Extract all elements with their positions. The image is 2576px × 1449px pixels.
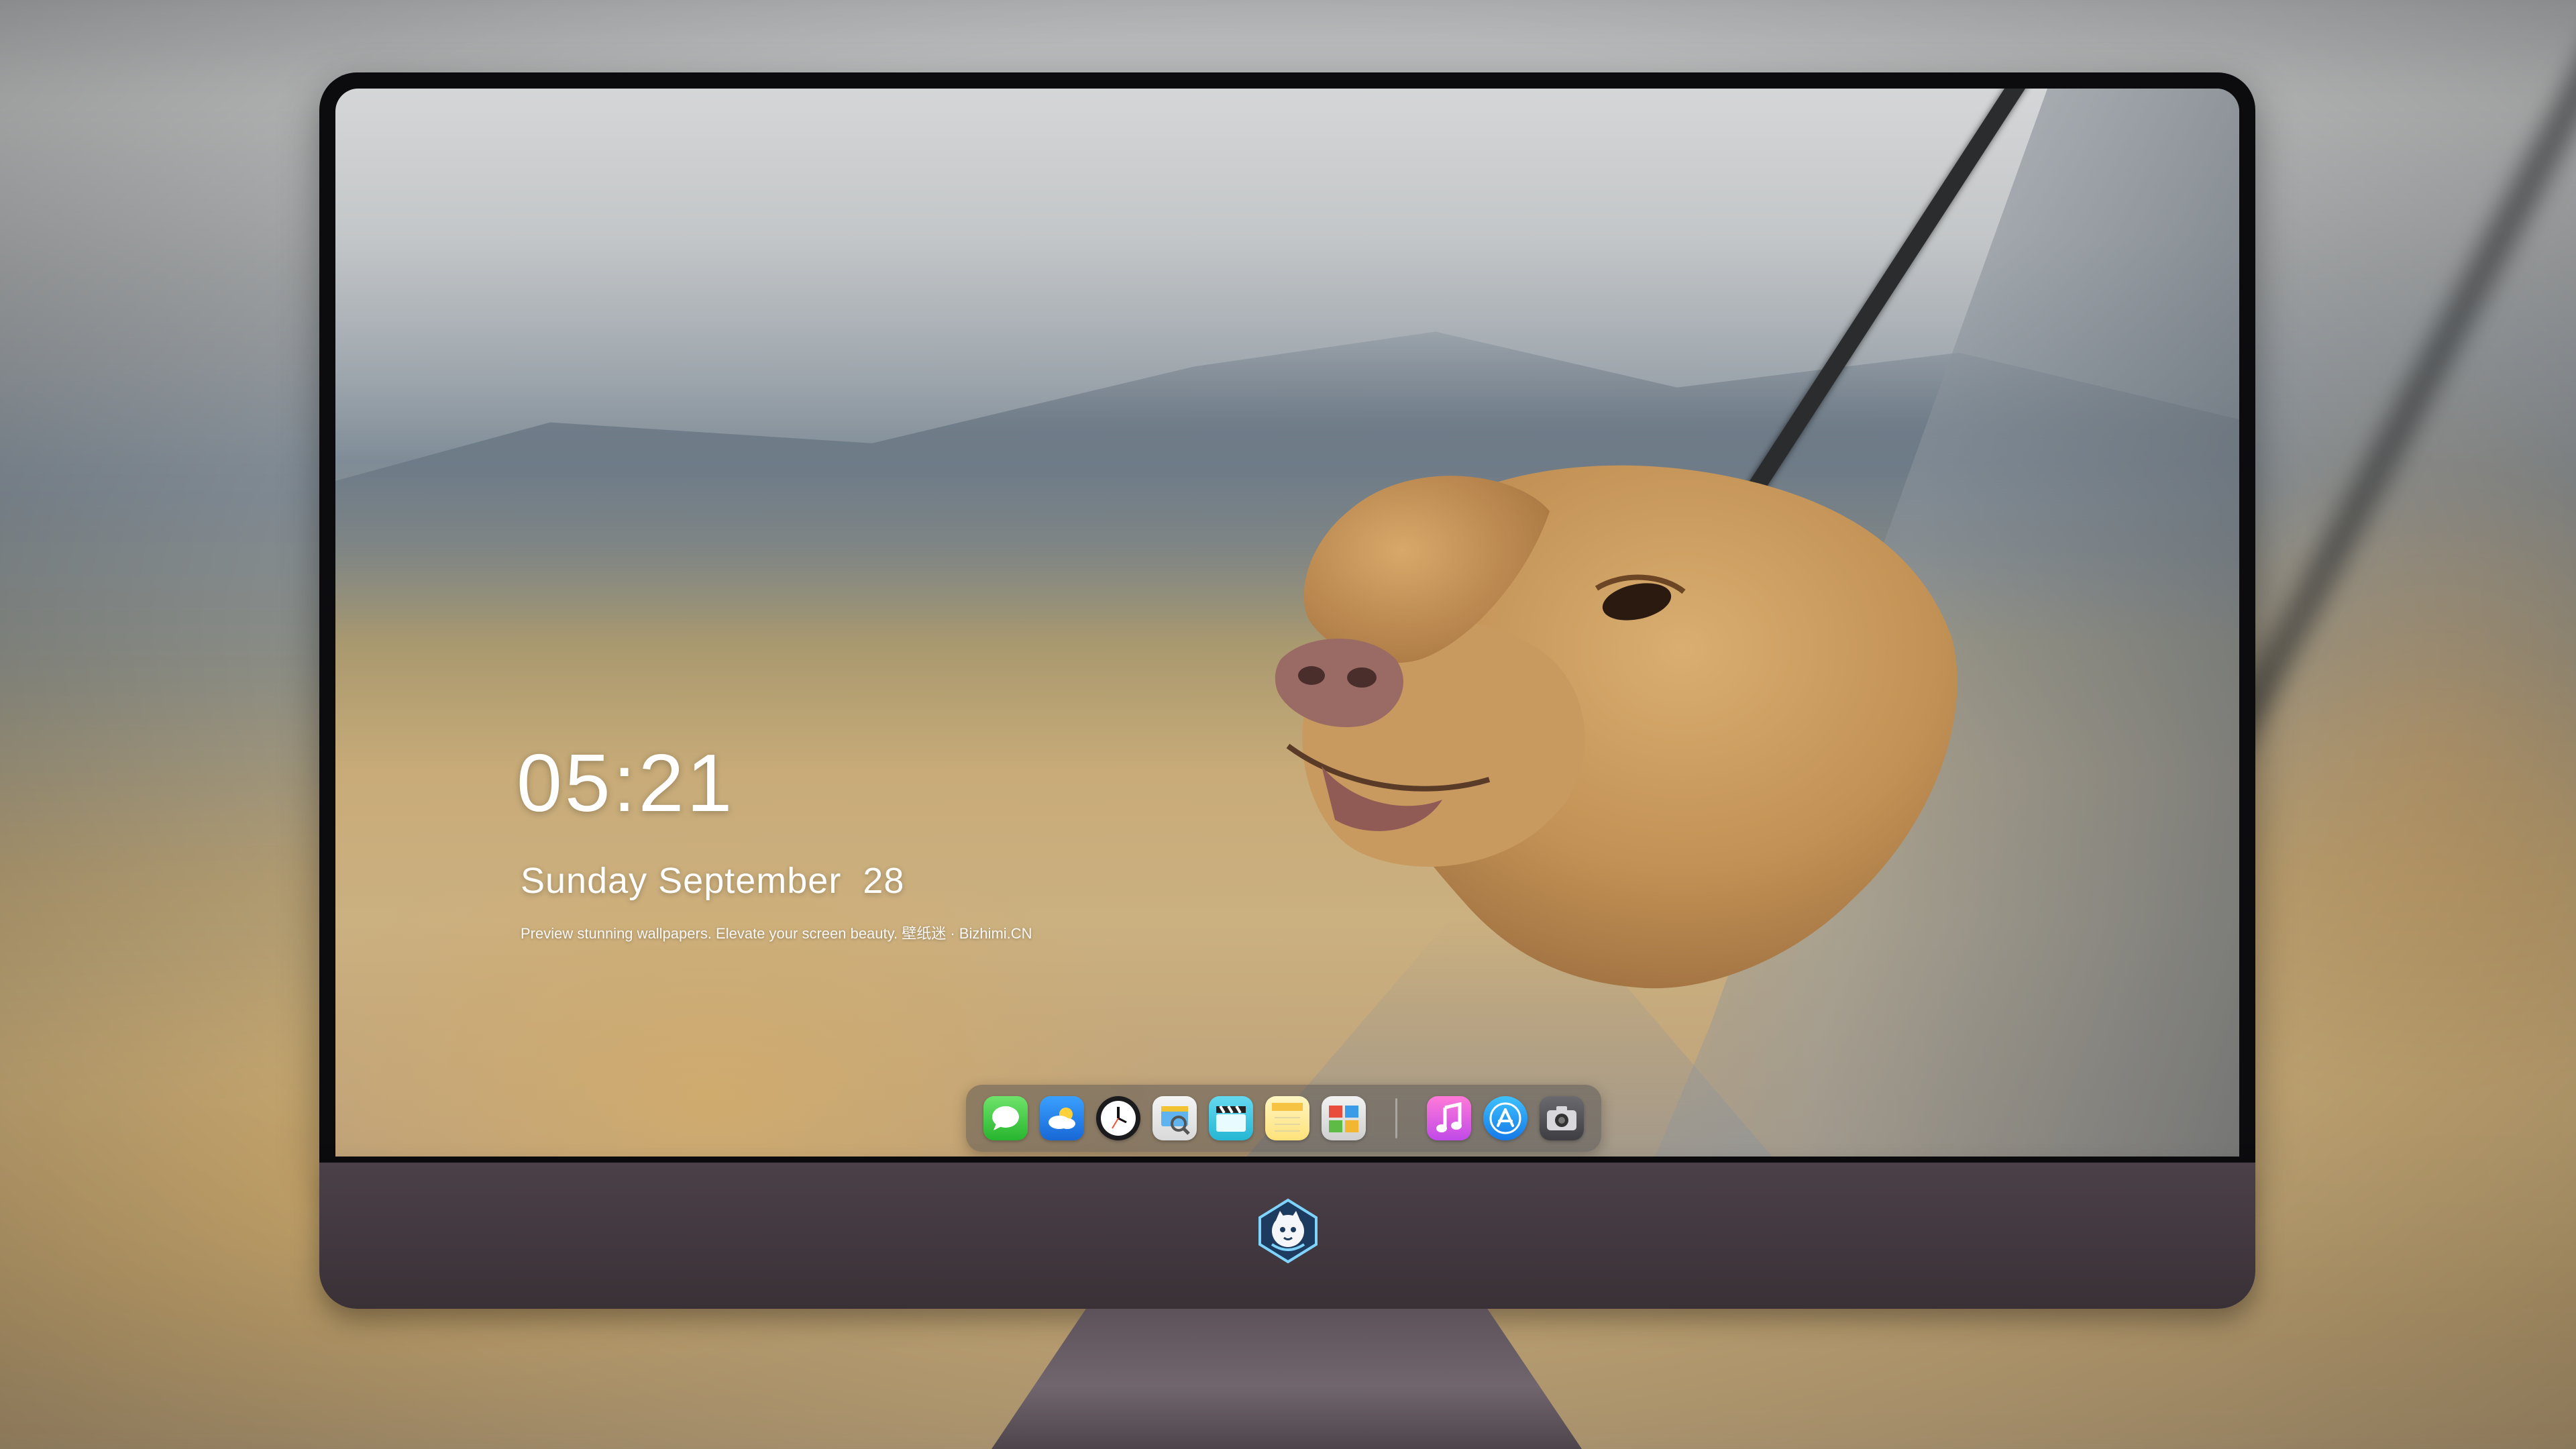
- lock-clock: 05:21: [517, 737, 735, 828]
- mascot-logo-icon: [1258, 1198, 1318, 1264]
- wallpaper-tagline: Preview stunning wallpapers. Elevate you…: [521, 925, 1032, 942]
- monitor-bezel: 05:21 Sunday September 28 Preview stunni…: [319, 72, 2255, 1163]
- clapperboard-icon[interactable]: [1209, 1096, 1253, 1140]
- monitor-stand: [991, 1309, 1582, 1449]
- photo-booth-icon[interactable]: [1322, 1096, 1366, 1140]
- notes-icon[interactable]: [1265, 1096, 1309, 1140]
- monitor-chin: [319, 1163, 2255, 1309]
- app-store-icon[interactable]: [1483, 1096, 1527, 1140]
- preview-icon[interactable]: [1152, 1096, 1197, 1140]
- weather-icon[interactable]: [1040, 1096, 1084, 1140]
- dock-divider: [1395, 1098, 1397, 1138]
- mockup-stage: 05:21 Sunday September 28 Preview stunni…: [0, 0, 2576, 1449]
- wallpaper-dog: [1275, 465, 1957, 989]
- dock: [966, 1085, 1601, 1152]
- clock-icon[interactable]: [1096, 1096, 1140, 1140]
- music-icon[interactable]: [1427, 1096, 1471, 1140]
- lock-screen[interactable]: 05:21 Sunday September 28 Preview stunni…: [335, 89, 2239, 1157]
- lock-date: Sunday September 28: [521, 861, 905, 901]
- camera-icon[interactable]: [1540, 1096, 1584, 1140]
- messages-icon[interactable]: [983, 1096, 1028, 1140]
